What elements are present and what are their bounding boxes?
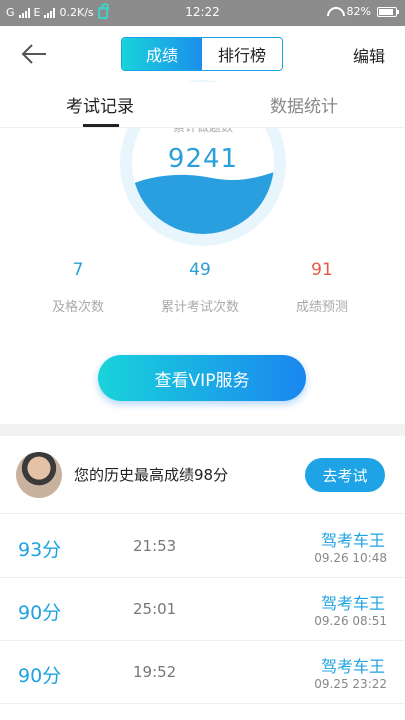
tab-data-stats[interactable]: 数据统计: [270, 92, 338, 117]
gauge-value: 9241: [167, 144, 239, 174]
vip-service-button[interactable]: 查看VIP服务: [98, 355, 306, 401]
stat-pass-count: 7 及格次数: [13, 260, 143, 315]
sub-tabs: 考试记录 数据统计: [0, 82, 405, 128]
record-date: 09.26 08:51: [314, 614, 387, 628]
go-exam-button[interactable]: 去考试: [305, 458, 385, 492]
stat-pass-value: 7: [72, 260, 84, 280]
avatar[interactable]: [16, 452, 62, 498]
battery-percent: 82%: [346, 5, 371, 18]
record-duration: 25:01: [133, 600, 177, 618]
best-score-row: 您的历史最高成绩98分 去考试: [0, 436, 405, 514]
record-title: 驾考车王: [320, 594, 385, 613]
exam-record-row[interactable]: 90分 25:01 驾考车王 09.26 08:51: [0, 578, 405, 641]
stat-pass-label: 及格次数: [51, 300, 104, 315]
exam-record-row[interactable]: 93分 21:53 驾考车王 09.26 10:48: [0, 515, 405, 578]
battery-icon: [377, 6, 399, 17]
stat-total-exams: 49 累计考试次数: [135, 260, 265, 315]
wifi-icon: [327, 7, 341, 17]
status-right: 82%: [327, 5, 399, 18]
header: 成绩 排行榜 编辑: [0, 26, 405, 82]
record-score: 90分: [18, 602, 62, 624]
stat-total-label: 累计考试次数: [160, 300, 239, 315]
record-score: 90分: [18, 665, 62, 687]
record-date: 09.25 23:22: [314, 677, 387, 691]
record-date: 09.26 10:48: [314, 551, 387, 565]
record-duration: 19:52: [133, 663, 177, 681]
edit-button[interactable]: 编辑: [353, 43, 385, 67]
tab-ranking[interactable]: 排行榜: [202, 38, 282, 70]
tab-exam-records[interactable]: 考试记录: [66, 92, 134, 117]
best-score-text: 您的历史最高成绩98分: [74, 466, 229, 484]
status-bar: G E 0.2K/s 12:22 82%: [0, 0, 405, 26]
exam-record-row[interactable]: 90分 19:52 驾考车王 09.25 23:22: [0, 641, 405, 704]
stat-predict-label: 成绩预测: [295, 300, 348, 315]
back-button[interactable]: [20, 42, 48, 66]
record-duration: 21:53: [133, 537, 177, 555]
section-divider: [0, 424, 405, 436]
stat-predict-value: 91: [311, 260, 333, 280]
stat-score-prediction: 91 成绩预测: [257, 260, 387, 315]
segment-control: 成绩 排行榜: [121, 37, 283, 71]
tab-score[interactable]: 成绩: [122, 38, 202, 70]
record-title: 驾考车王: [320, 531, 385, 550]
tab-indicator: [83, 124, 119, 127]
stat-total-value: 49: [189, 260, 211, 280]
arrow-left-icon: [21, 44, 46, 64]
record-title: 驾考车王: [320, 657, 385, 676]
record-score: 93分: [18, 539, 62, 561]
